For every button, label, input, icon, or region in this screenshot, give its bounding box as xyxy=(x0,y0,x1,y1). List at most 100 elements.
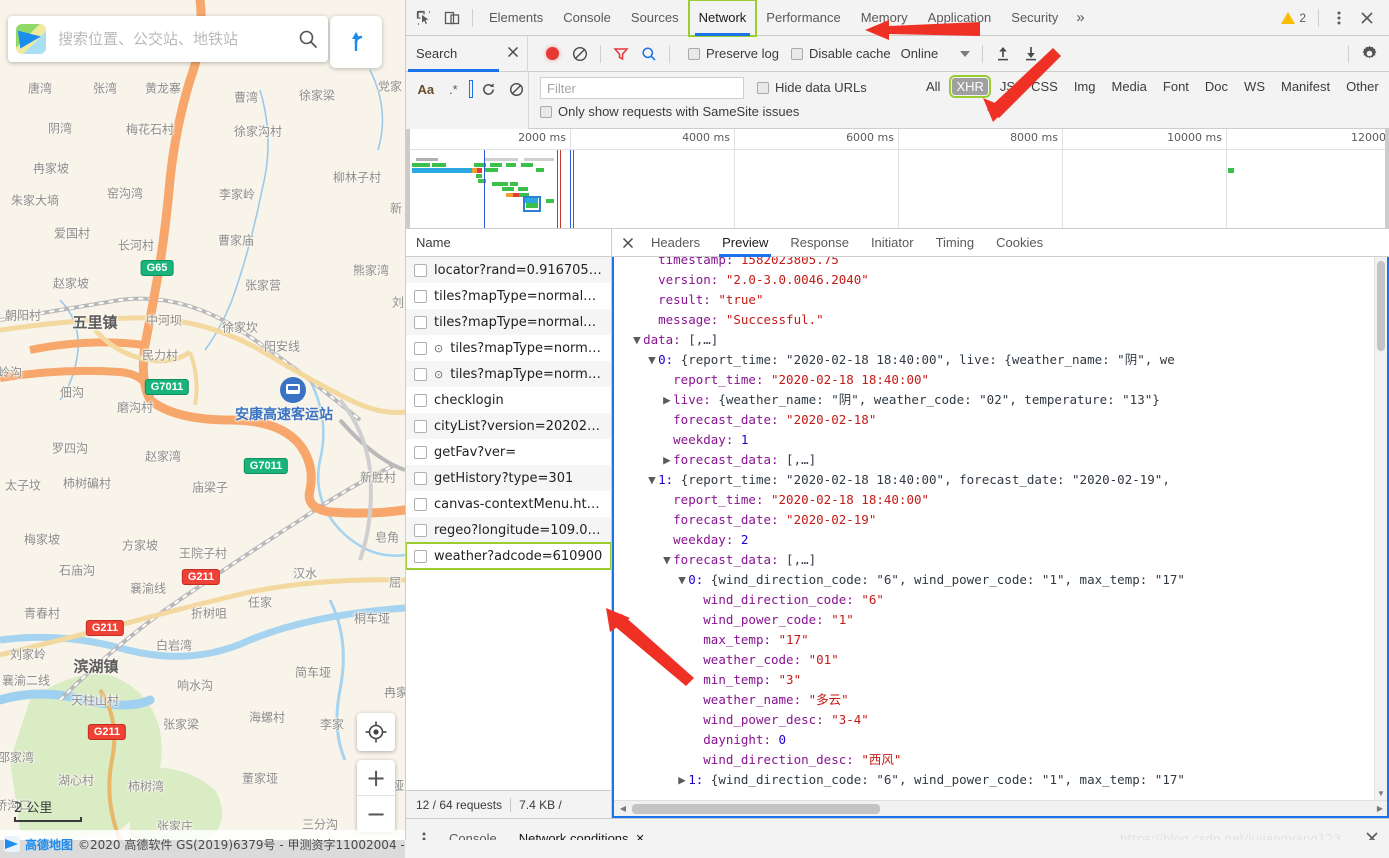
expand-arrow-closed-icon[interactable]: ▶ xyxy=(678,770,688,790)
json-line[interactable]: weather_name: "多云" xyxy=(618,690,1374,710)
checkbox-icon[interactable] xyxy=(757,81,769,94)
expand-arrow-closed-icon[interactable]: ▶ xyxy=(663,390,673,410)
map-panel[interactable]: 唐湾 张湾 黄龙寨 曹湾 徐家梁 党家 阴湾 梅花石村 徐家沟村 冉家坡 柳林子村 朱家大墒 窑沟湾 李家… xyxy=(0,0,405,858)
route-icon[interactable] xyxy=(330,16,382,68)
preview-horizontal-scrollbar[interactable]: ◀ ▶ xyxy=(614,800,1387,816)
detail-tab-timing[interactable]: Timing xyxy=(925,229,986,257)
json-line[interactable]: daynight: 0 xyxy=(618,730,1374,750)
throttling-select[interactable]: Online xyxy=(901,46,971,61)
inspect-element-icon[interactable] xyxy=(410,4,438,32)
request-row[interactable]: weather?adcode=610900 xyxy=(406,542,611,570)
json-line[interactable]: timestamp: 1582023805.75 xyxy=(618,257,1374,270)
checkbox-icon[interactable] xyxy=(790,47,803,60)
detail-tab-cookies[interactable]: Cookies xyxy=(985,229,1054,257)
request-row[interactable]: getHistory?type=301 xyxy=(406,465,611,491)
request-row[interactable]: tiles?mapType=normal… xyxy=(406,283,611,309)
tab-memory[interactable]: Memory xyxy=(851,0,918,36)
json-line[interactable]: version: "2.0-3.0.0046.2040" xyxy=(618,270,1374,290)
warning-badge[interactable]: 2 xyxy=(1275,11,1312,25)
clear-icon[interactable] xyxy=(566,40,594,68)
more-vertical-icon[interactable] xyxy=(1325,4,1353,32)
json-line[interactable]: forecast_date: "2020-02-18" xyxy=(618,410,1374,430)
json-line[interactable]: ▼ forecast_data: [,…] xyxy=(618,550,1374,570)
close-icon[interactable] xyxy=(507,46,519,61)
type-filter-media[interactable]: Media xyxy=(1107,78,1150,95)
detail-tab-preview[interactable]: Preview xyxy=(711,229,779,257)
request-row[interactable]: ⊙ tiles?mapType=norm… xyxy=(406,335,611,361)
network-overview-timeline[interactable]: 2000 ms 4000 ms 6000 ms 8000 ms 10000 ms 1200… xyxy=(406,129,1389,229)
type-filter-js[interactable]: JS xyxy=(996,78,1019,95)
map-search-bar[interactable] xyxy=(8,16,328,62)
expand-arrow-open-icon[interactable]: ▼ xyxy=(663,550,673,570)
filter-funnel-icon[interactable] xyxy=(607,40,635,68)
refresh-icon[interactable] xyxy=(477,77,501,101)
expand-arrow-open-icon[interactable]: ▼ xyxy=(648,350,658,370)
map-search-input[interactable] xyxy=(56,29,294,49)
scroll-left-arrow[interactable]: ◀ xyxy=(614,804,632,813)
checkbox-icon[interactable] xyxy=(414,341,427,355)
json-line[interactable]: wind_power_desc: "3-4" xyxy=(618,710,1374,730)
tab-security[interactable]: Security xyxy=(1001,0,1068,36)
tab-application[interactable]: Application xyxy=(918,0,1002,36)
json-line[interactable]: ▼ 0: {wind_direction_code: "6", wind_powe… xyxy=(618,570,1374,590)
request-list-header[interactable]: Name xyxy=(406,229,611,257)
overview-left-handle[interactable] xyxy=(406,129,410,228)
checkbox-icon[interactable] xyxy=(414,419,427,433)
json-line[interactable]: result: "true" xyxy=(618,290,1374,310)
scroll-down-arrow[interactable]: ▼ xyxy=(1375,787,1387,800)
overview-right-handle[interactable] xyxy=(1385,129,1389,228)
zoom-out-button[interactable]: − xyxy=(357,796,395,832)
search-sidebar-tab[interactable]: Search xyxy=(408,35,528,72)
json-preview-tree[interactable]: timestamp: 1582023805.75 version: "2.0-3… xyxy=(614,257,1374,816)
match-case-button[interactable]: Aa xyxy=(414,77,438,101)
expand-arrow-closed-icon[interactable]: ▶ xyxy=(663,450,673,470)
request-row[interactable]: tiles?mapType=normal… xyxy=(406,309,611,335)
checkbox-icon[interactable] xyxy=(540,105,552,118)
checkbox-icon[interactable] xyxy=(414,471,427,485)
search-icon[interactable] xyxy=(294,25,322,53)
type-filter-other[interactable]: Other xyxy=(1342,78,1383,95)
type-filter-font[interactable]: Font xyxy=(1159,78,1193,95)
zoom-controls[interactable]: + − xyxy=(357,760,395,832)
type-filter-img[interactable]: Img xyxy=(1070,78,1100,95)
tab-sources[interactable]: Sources xyxy=(621,0,689,36)
json-line[interactable]: ▶ forecast_data: [,…] xyxy=(618,450,1374,470)
checkbox-icon[interactable] xyxy=(414,263,427,277)
tab-console[interactable]: Console xyxy=(553,0,621,36)
json-line[interactable]: ▶ live: {weather_name: "阴", weather_code:… xyxy=(618,390,1374,410)
close-icon[interactable] xyxy=(616,237,640,249)
json-line[interactable]: report_time: "2020-02-18 18:40:00" xyxy=(618,490,1374,510)
regex-button[interactable]: .* xyxy=(442,77,466,101)
expand-arrow-open-icon[interactable]: ▼ xyxy=(648,470,658,490)
download-har-icon[interactable] xyxy=(1017,40,1045,68)
json-line[interactable]: weather_code: "01" xyxy=(618,650,1374,670)
zoom-in-button[interactable]: + xyxy=(357,760,395,796)
filter-input[interactable] xyxy=(540,77,744,99)
expand-arrow-open-icon[interactable]: ▼ xyxy=(633,330,643,350)
preserve-log-toggle[interactable]: Preserve log xyxy=(688,46,779,61)
disable-cache-toggle[interactable]: Disable cache xyxy=(790,46,891,61)
json-line[interactable]: weekday: 2 xyxy=(618,530,1374,550)
type-filter-all[interactable]: All xyxy=(922,78,944,95)
detail-tab-initiator[interactable]: Initiator xyxy=(860,229,925,257)
expand-arrow-open-icon[interactable]: ▼ xyxy=(678,570,688,590)
checkbox-icon[interactable] xyxy=(414,523,427,537)
tab-elements[interactable]: Elements xyxy=(479,0,553,36)
scroll-right-arrow[interactable]: ▶ xyxy=(1377,804,1383,813)
detail-tab-headers[interactable]: Headers xyxy=(640,229,711,257)
more-tabs-button[interactable]: » xyxy=(1068,9,1092,26)
scrollbar-thumb[interactable] xyxy=(632,804,880,814)
checkbox-icon[interactable] xyxy=(688,47,700,60)
locate-icon[interactable] xyxy=(357,713,395,751)
json-line[interactable]: weekday: 1 xyxy=(618,430,1374,450)
request-row[interactable]: checklogin xyxy=(406,387,611,413)
json-line[interactable]: forecast_date: "2020-02-19" xyxy=(618,510,1374,530)
preview-viewer[interactable]: timestamp: 1582023805.75 version: "2.0-3… xyxy=(612,257,1389,818)
close-icon[interactable] xyxy=(1353,4,1381,32)
type-filter-ws[interactable]: WS xyxy=(1240,78,1269,95)
json-line[interactable]: ▶ 1: {wind_direction_code: "6", wind_powe… xyxy=(618,770,1374,790)
request-row[interactable]: cityList?version=20202… xyxy=(406,413,611,439)
tab-network[interactable]: Network xyxy=(687,0,758,37)
upload-har-icon[interactable] xyxy=(989,40,1017,68)
json-line[interactable]: ▼ data: [,…] xyxy=(618,330,1374,350)
